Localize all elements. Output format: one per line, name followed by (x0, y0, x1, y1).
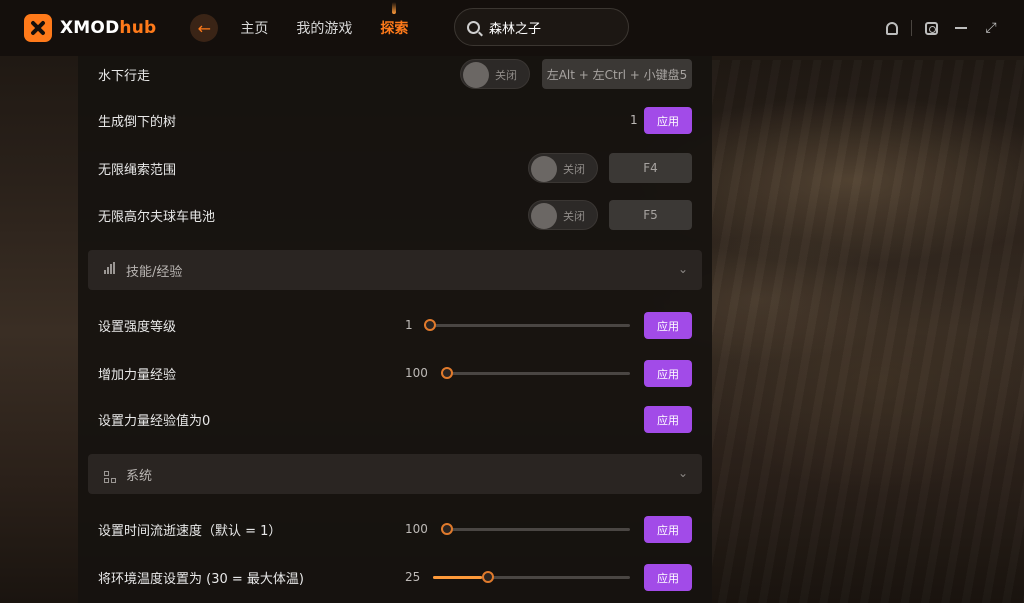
divider (911, 20, 912, 36)
slider-thumb[interactable] (441, 367, 453, 379)
minimize-button[interactable] (946, 13, 976, 43)
section-title: 系统 (126, 468, 153, 484)
nav-my-games[interactable]: 我的游戏 (296, 18, 352, 38)
toggle-state: 关闭 (563, 210, 585, 223)
slider-fill (433, 576, 483, 579)
brand-name: XMODhub (60, 18, 157, 38)
xmod-logo-icon (24, 14, 52, 42)
shrink-button[interactable]: ⤢ (976, 13, 1006, 43)
toggle-state: 关闭 (495, 69, 517, 82)
apply-button[interactable]: 应用 (644, 312, 692, 339)
top-bar: XMODhub ← 主页 我的游戏 探索 ⤢ (0, 0, 1024, 56)
section-skills[interactable]: 技能/经验 ⌄ (88, 250, 702, 290)
value-readout: 100 (405, 522, 428, 536)
value-readout: 1 (630, 113, 638, 127)
row-label: 无限高尔夫球车电池 (98, 209, 216, 225)
toggle-knob (531, 156, 557, 182)
apply-button[interactable]: 应用 (644, 564, 692, 591)
row-label: 设置强度等级 (98, 319, 177, 335)
row-label: 设置时间流逝速度（默认 = 1） (98, 523, 282, 539)
toggle-golf-battery[interactable]: 关闭 (528, 200, 598, 230)
slider-track (441, 372, 630, 375)
nav-home[interactable]: 主页 (240, 18, 268, 38)
chevron-down-icon: ⌄ (677, 262, 688, 276)
row-golf-battery: 无限高尔夫球车电池 关闭 F5 (98, 199, 692, 231)
row-time-speed: 设置时间流逝速度（默认 = 1） 100 应用 (98, 513, 692, 545)
bar-chart-icon (104, 262, 120, 278)
row-label: 设置力量经验值为0 (98, 413, 211, 429)
hotkey-golf-battery[interactable]: F5 (609, 200, 692, 230)
search-box[interactable] (454, 8, 629, 46)
slider-env-temp[interactable] (433, 569, 630, 585)
shrink-icon: ⤢ (985, 20, 997, 36)
arrow-left-icon: ← (197, 18, 212, 38)
row-underwater-walk: 水下行走 关闭 左Alt + 左Ctrl + 小键盘5 (98, 58, 692, 90)
slider-time-speed[interactable] (441, 521, 630, 537)
row-add-strength-xp: 增加力量经验 100 应用 (98, 357, 692, 389)
row-infinite-rope: 无限绳索范围 关闭 F4 (98, 152, 692, 184)
slider-track (441, 528, 630, 531)
row-label: 水下行走 (98, 68, 151, 84)
toggle-state: 关闭 (563, 163, 585, 176)
main-nav: 主页 我的游戏 探索 (240, 0, 408, 56)
apply-button[interactable]: 应用 (644, 360, 692, 387)
toggle-knob (531, 203, 557, 229)
toggle-knob (463, 62, 489, 88)
apply-button[interactable]: 应用 (644, 107, 692, 134)
search-input[interactable] (489, 19, 619, 35)
row-label: 无限绳索范围 (98, 162, 177, 178)
window-controls: ⤢ (877, 0, 1006, 56)
slider-thumb[interactable] (424, 319, 436, 331)
row-spawn-tree: 生成倒下的树 1 应用 (98, 104, 692, 136)
row-label: 生成倒下的树 (98, 114, 177, 130)
hotkey-infinite-rope[interactable]: F4 (609, 153, 692, 183)
search-icon (467, 20, 480, 34)
toggle-underwater-walk[interactable]: 关闭 (460, 59, 530, 89)
row-label: 增加力量经验 (98, 367, 177, 383)
nav-explore[interactable]: 探索 (380, 2, 408, 38)
row-strength-level: 设置强度等级 1 应用 (98, 309, 692, 341)
value-readout: 25 (405, 570, 421, 584)
chevron-down-icon: ⌄ (677, 466, 688, 480)
section-system[interactable]: 系统 ⌄ (88, 454, 702, 494)
section-title: 技能/经验 (126, 264, 183, 280)
slider-thumb[interactable] (441, 523, 453, 535)
value-readout: 1 (405, 318, 413, 332)
back-button[interactable]: ← (190, 14, 219, 42)
row-reset-strength-xp: 设置力量经验值为0 应用 (98, 403, 692, 435)
value-readout: 100 (405, 366, 428, 380)
grid-plus-icon (104, 465, 120, 483)
settings-button[interactable] (916, 13, 946, 43)
slider-add-strength-xp[interactable] (441, 365, 630, 381)
row-label: 将环境温度设置为 (30 = 最大体温) (98, 571, 304, 587)
minimize-icon (955, 27, 967, 29)
slider-thumb[interactable] (482, 571, 495, 583)
logo[interactable]: XMODhub (24, 14, 156, 42)
apply-button[interactable]: 应用 (644, 406, 692, 433)
notification-button[interactable] (877, 13, 907, 43)
gear-hex-icon (924, 21, 938, 35)
apply-button[interactable]: 应用 (644, 516, 692, 543)
toggle-infinite-rope[interactable]: 关闭 (528, 153, 598, 183)
slider-track (424, 324, 630, 327)
row-env-temp: 将环境温度设置为 (30 = 最大体温) 25 应用 (98, 561, 692, 593)
cheat-panel[interactable]: 水下行走 关闭 左Alt + 左Ctrl + 小键盘5 生成倒下的树 1 应用 … (78, 56, 712, 603)
slider-strength-level[interactable] (424, 317, 630, 333)
bell-icon (886, 21, 898, 35)
hotkey-underwater-walk[interactable]: 左Alt + 左Ctrl + 小键盘5 (542, 59, 692, 89)
